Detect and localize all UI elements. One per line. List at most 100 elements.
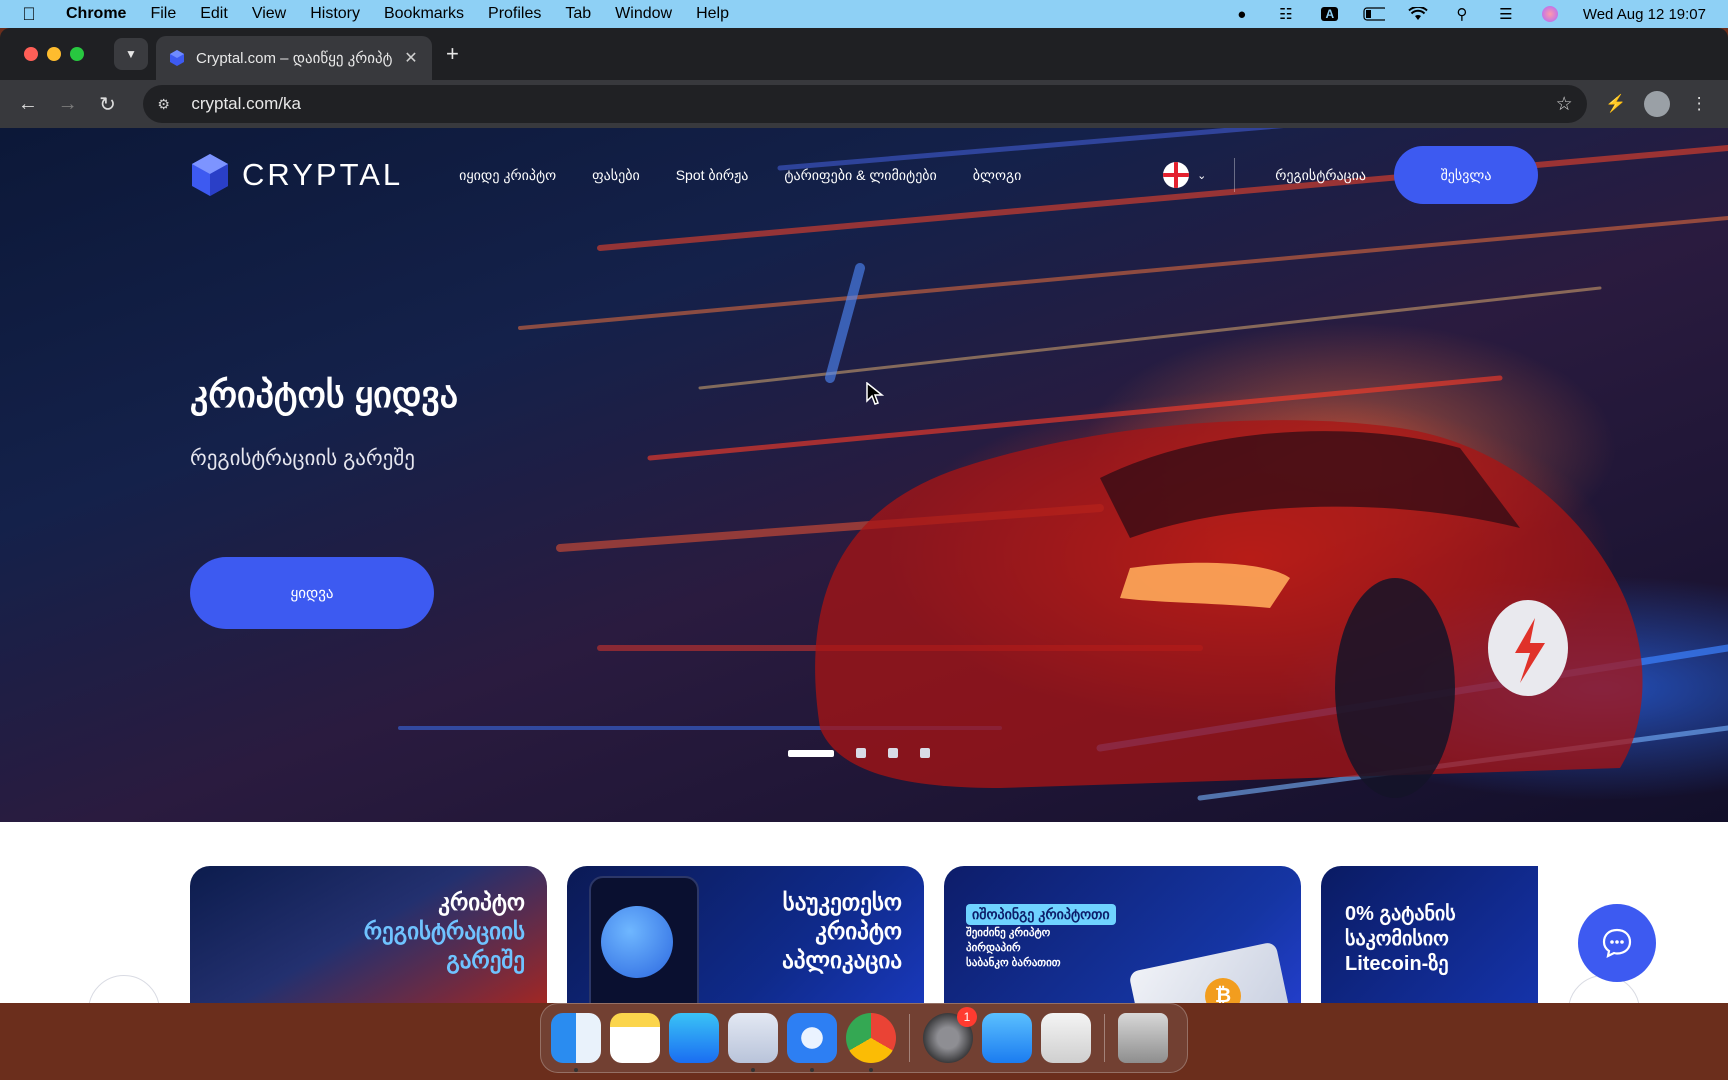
promo-card-best-app[interactable]: საუკეთესო კრიპტო აპლიკაცია [567,866,924,1003]
menu-app-name[interactable]: Chrome [58,5,138,23]
slider-dot-4[interactable] [920,748,930,758]
header-actions: ⌄ რეგისტრაცია შესვლა [1163,146,1538,204]
minimize-window-button[interactable] [47,47,61,61]
site-info-icon[interactable]: ⚙ [157,96,177,113]
dock-mail-icon[interactable] [982,1013,1032,1063]
browser-toolbar: ← → ↻ ⚙ cryptal.com/ka ☆ ⚡ ⋮ [0,80,1728,128]
window-controls [24,47,84,61]
browser-window: ▼ Cryptal.com – დაიწყე კრიპტ ✕ + ← → ↻ ⚙… [0,28,1728,1003]
promo-card-no-registration[interactable]: კრიპტო რეგისტრაციის გარეშე [190,866,547,1003]
promo-card-litecoin[interactable]: 0% გატანის საკომისიო Litecoin-ზე [1321,866,1538,1003]
promo-1-accent: რეგისტრაციის გარეშე [363,918,525,973]
dock-trash-icon[interactable] [1118,1013,1168,1063]
control-center-icon[interactable]: ☰ [1495,6,1517,23]
chat-support-button[interactable] [1578,904,1656,982]
profile-avatar[interactable] [1644,91,1671,117]
siri-icon[interactable] [1539,6,1561,22]
macos-dock: 1 [540,1003,1188,1073]
promo-2-text: საუკეთესო კრიპტო აპლიკაცია [782,889,902,973]
close-tab-icon[interactable]: ✕ [402,48,420,68]
menu-clock[interactable]: Wed Aug 12 19:07 [1583,6,1706,23]
dock-separator-2 [1104,1014,1105,1062]
phone-illustration [589,876,699,1003]
menu-help[interactable]: Help [684,5,741,23]
site-logo[interactable]: CRYPTAL [190,152,403,198]
menu-file[interactable]: File [138,5,188,23]
cryptal-app-badge-icon [601,906,673,978]
dock-notes-icon[interactable] [610,1013,660,1063]
spotlight-search-icon[interactable]: ⚲ [1451,6,1473,23]
menu-tab[interactable]: Tab [553,5,603,23]
battery-icon[interactable] [1363,6,1385,22]
apple-menu-icon[interactable]:  [0,4,58,25]
page-viewport: CRYPTAL იყიდე კრიპტო ფასები Spot ბირჟა ტ… [0,128,1728,1003]
hero-speed-streaks-image [398,128,1728,801]
login-button[interactable]: შესვლა [1394,146,1538,204]
tab-title: Cryptal.com – დაიწყე კრიპტ [196,50,393,67]
promo-1-line: კრიპტო [438,889,525,915]
language-selector[interactable]: ⌄ [1163,162,1206,188]
slider-dot-2[interactable] [856,748,866,758]
mouse-cursor-icon [866,382,884,405]
dock-app-store-icon[interactable] [669,1013,719,1063]
chevron-down-icon: ⌄ [1197,169,1207,182]
dock-finder-icon[interactable] [551,1013,601,1072]
address-bar-url[interactable]: cryptal.com/ka [191,94,1555,114]
address-bar[interactable]: ⚙ cryptal.com/ka ☆ [143,85,1587,123]
slider-dot-1[interactable] [788,749,834,757]
menu-window[interactable]: Window [603,5,684,23]
menu-edit[interactable]: Edit [188,5,240,23]
macos-menu-bar:  Chrome File Edit View History Bookmark… [0,0,1728,28]
bookmark-star-icon[interactable]: ☆ [1556,93,1573,116]
georgia-flag-icon [1163,162,1190,188]
hero-subtitle: რეგისტრაციის გარეშე [190,447,415,470]
reload-icon[interactable]: ↻ [96,92,120,117]
close-window-button[interactable] [24,47,38,61]
dock-security-shield-icon[interactable] [728,1013,778,1072]
cryptal-favicon-icon [170,50,184,66]
nav-buy-crypto[interactable]: იყიდე კრიპტო [459,167,556,184]
tab-search-chevron-icon[interactable]: ▼ [114,38,148,70]
nav-spot-exchange[interactable]: Spot ბირჟა [676,167,749,184]
hero-title: კრიპტოს ყიდვა [190,374,459,415]
menu-profiles[interactable]: Profiles [476,5,553,23]
promo-1-text: კრიპტო რეგისტრაციის გარეშე [364,888,525,975]
menu-history[interactable]: History [298,5,372,23]
new-tab-plus-icon[interactable]: + [446,41,459,67]
forward-arrow-icon[interactable]: → [56,93,80,116]
promo-card-shopping[interactable]: იშოპინგე კრიპტოთი შეიძინე კრიპტო პირდაპი… [944,866,1301,1003]
record-icon[interactable]: ● [1231,6,1253,23]
tab-active[interactable]: Cryptal.com – დაიწყე კრიპტ ✕ [156,36,432,80]
logo-wordmark: CRYPTAL [242,157,404,192]
dock-safari-icon[interactable] [787,1013,837,1072]
slider-dot-3[interactable] [888,748,898,758]
nav-blog[interactable]: ბლოგი [973,167,1022,184]
chat-bubble-icon [1602,928,1632,958]
settings-badge: 1 [957,1007,977,1027]
cryptal-logo-icon [192,154,228,196]
dock-system-settings-icon[interactable]: 1 [923,1007,977,1063]
nav-prices[interactable]: ფასები [592,167,640,184]
more-menu-icon[interactable]: ⋮ [1686,91,1712,117]
wifi-icon[interactable] [1407,6,1429,22]
header-divider [1234,158,1236,192]
dock-archive-utility-icon[interactable] [1041,1013,1091,1063]
site-header: CRYPTAL იყიდე კრიპტო ფასები Spot ბირჟა ტ… [190,146,1538,204]
extension-icon[interactable]: ⚡ [1603,91,1629,117]
promo-carousel: კრიპტო რეგისტრაციის გარეშე საუკეთესო კრი… [190,866,1538,1003]
nav-fees-limits[interactable]: ტარიფები & ლიმიტები [784,167,936,184]
register-link[interactable]: რეგისტრაცია [1275,167,1366,184]
slider-pagination [788,748,930,758]
promo-3-body: შეიძინე კრიპტო პირდაპირ საბანკო ბარათით [966,927,1061,969]
carousel-prev-chevron-icon[interactable]: ‹ [88,975,160,1003]
vpn-icon[interactable]: ☷ [1275,6,1297,23]
tab-strip: ▼ Cryptal.com – დაიწყე კრიპტ ✕ + [0,28,1728,80]
back-arrow-icon[interactable]: ← [16,93,40,116]
zoom-window-button[interactable] [70,47,84,61]
menu-view[interactable]: View [240,5,298,23]
dock-chrome-icon[interactable] [846,1013,896,1072]
main-nav: იყიდე კრიპტო ფასები Spot ბირჟა ტარიფები … [459,167,1021,184]
input-source-icon[interactable]: A [1319,6,1341,22]
buy-button[interactable]: ყიდვა [190,557,434,629]
menu-bookmarks[interactable]: Bookmarks [372,5,476,23]
